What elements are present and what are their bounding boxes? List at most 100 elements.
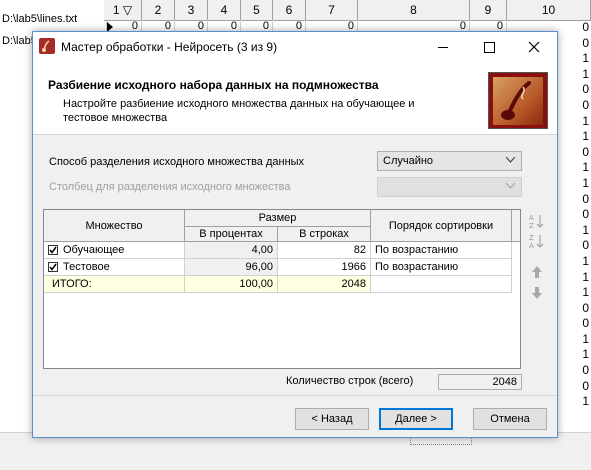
step-description: Настройте разбиение исходного множества … <box>63 98 415 124</box>
grid-cell[interactable]: 0 <box>553 363 589 379</box>
checkbox-test[interactable] <box>48 262 58 272</box>
row-count-label: Количество строк (всего) <box>286 375 414 387</box>
grid-col-header[interactable]: 6 <box>273 0 306 20</box>
dialog-titlebar[interactable]: Мастер обработки - Нейросеть (3 из 9) <box>33 32 557 62</box>
row-count[interactable]: 1966 <box>278 259 371 276</box>
grid-cell[interactable]: 1 <box>553 129 589 145</box>
svg-text:A: A <box>529 214 534 222</box>
total-sort <box>371 276 512 293</box>
grid-cell[interactable]: 1 <box>553 51 589 67</box>
grid-cell[interactable]: 1 <box>553 285 589 301</box>
move-down-button[interactable] <box>529 285 545 301</box>
split-column-select[interactable] <box>377 177 522 197</box>
minimize-button[interactable] <box>420 32 466 62</box>
file-path-label: D:\lab5\lines.txt <box>2 13 78 25</box>
col-set-header[interactable]: Множество <box>44 210 185 242</box>
grid-cell[interactable]: 0 <box>553 36 589 52</box>
row-sort[interactable]: По возрастанию <box>371 242 512 259</box>
check-icon <box>49 246 57 254</box>
arrow-down-icon <box>532 287 542 299</box>
grid-cell[interactable]: 0 <box>553 207 589 223</box>
grid-col-header[interactable]: 9 <box>470 0 507 20</box>
row-count-field: 2048 <box>438 374 522 390</box>
grid-cell[interactable]: 1 <box>553 223 589 239</box>
grid-cell[interactable]: 1 <box>553 254 589 270</box>
col-sort-header[interactable]: Порядок сортировки <box>371 210 512 242</box>
grid-cell[interactable]: 0 <box>553 301 589 317</box>
grid-cell[interactable]: 1 <box>553 394 589 410</box>
split-method-select[interactable]: Случайно <box>377 151 522 171</box>
svg-text:Z: Z <box>529 222 534 229</box>
violin-logo <box>488 72 548 129</box>
total-percent: 100,00 <box>185 276 278 293</box>
svg-text:A: A <box>529 242 534 249</box>
row-sort[interactable]: По возрастанию <box>371 259 512 276</box>
grid-col-header[interactable]: 10 <box>507 0 591 20</box>
col-rows-header[interactable]: В строках <box>278 227 371 242</box>
grid-cell[interactable]: 1 <box>553 114 589 130</box>
table-row[interactable]: Тестовое <box>44 259 185 276</box>
subsets-table: Множество Размер В процентах В строках П… <box>43 209 521 369</box>
grid-cell[interactable]: 0 <box>553 379 589 395</box>
check-icon <box>49 263 57 271</box>
cancel-button[interactable]: Отмена <box>473 408 547 430</box>
chevron-down-icon <box>506 157 515 163</box>
grid-col-header[interactable]: 5 <box>241 0 273 20</box>
grid-column-values: 0011001101100101110011001 <box>553 20 589 410</box>
grid-cell[interactable]: 1 <box>553 67 589 83</box>
grid-col-header[interactable]: 2 <box>142 0 175 20</box>
grid-cell[interactable]: 0 <box>553 82 589 98</box>
row-name: Обучающее <box>63 244 125 256</box>
grid-col-header[interactable]: 7 <box>306 0 358 20</box>
sort-descending-button[interactable]: ZA <box>529 233 545 249</box>
wizard-header: Разбиение исходного набора данных на под… <box>33 62 557 135</box>
close-button[interactable] <box>511 32 557 62</box>
col-percent-header[interactable]: В процентах <box>185 227 278 242</box>
grid-cell[interactable]: 0 <box>553 316 589 332</box>
grid-cell[interactable]: 0 <box>553 145 589 161</box>
dialog-title: Мастер обработки - Нейросеть (3 из 9) <box>61 40 278 54</box>
back-button[interactable]: < Назад <box>295 408 369 430</box>
sort-az-icon: AZ <box>529 214 544 229</box>
step-title: Разбиение исходного набора данных на под… <box>48 78 379 92</box>
sort-za-icon: ZA <box>529 234 544 249</box>
total-rows: 2048 <box>278 276 371 293</box>
row-percent[interactable]: 96,00 <box>185 259 278 276</box>
close-icon <box>528 41 540 53</box>
split-method-label: Способ разделения исходного множества да… <box>49 156 305 168</box>
arrow-up-icon <box>532 266 542 278</box>
grid-col-header[interactable]: 8 <box>358 0 470 20</box>
grid-cell[interactable]: 1 <box>553 270 589 286</box>
split-column-label: Столбец для разделения исходного множест… <box>49 181 291 193</box>
checkbox-train[interactable] <box>48 245 58 255</box>
chevron-down-icon <box>506 183 515 189</box>
row-name: Тестовое <box>63 261 110 273</box>
grid-col-header[interactable]: 4 <box>208 0 241 20</box>
grid-cell[interactable]: 1 <box>553 160 589 176</box>
grid-col-header[interactable]: 1 ▽ <box>104 0 142 20</box>
table-scroll-header <box>512 210 520 242</box>
grid-col-header[interactable]: 3 <box>175 0 208 20</box>
move-up-button[interactable] <box>529 264 545 280</box>
row-percent[interactable]: 4,00 <box>185 242 278 259</box>
maximize-button[interactable] <box>466 32 512 62</box>
grid-cell[interactable]: 0 <box>553 20 589 36</box>
grid-cell[interactable]: 0 <box>553 98 589 114</box>
grid-cell[interactable]: 0 <box>553 238 589 254</box>
table-row[interactable]: Обучающее <box>44 242 185 259</box>
row-count[interactable]: 82 <box>278 242 371 259</box>
divider <box>33 395 557 396</box>
total-label: ИТОГО: <box>44 276 185 293</box>
next-button[interactable]: Далее > <box>379 408 453 430</box>
split-method-value: Случайно <box>383 155 434 167</box>
sort-ascending-button[interactable]: AZ <box>529 213 545 229</box>
grid-cell[interactable]: 0 <box>553 192 589 208</box>
grid-cell[interactable]: 1 <box>553 332 589 348</box>
violin-icon <box>39 38 55 54</box>
grid-cell[interactable]: 1 <box>553 347 589 363</box>
col-size-header: Размер <box>185 210 371 227</box>
wizard-dialog: Мастер обработки - Нейросеть (3 из 9) Ра… <box>32 31 558 438</box>
svg-text:Z: Z <box>529 234 534 242</box>
grid-header: 1 ▽ 2 3 4 5 6 7 8 9 10 <box>104 0 591 21</box>
grid-cell[interactable]: 1 <box>553 176 589 192</box>
